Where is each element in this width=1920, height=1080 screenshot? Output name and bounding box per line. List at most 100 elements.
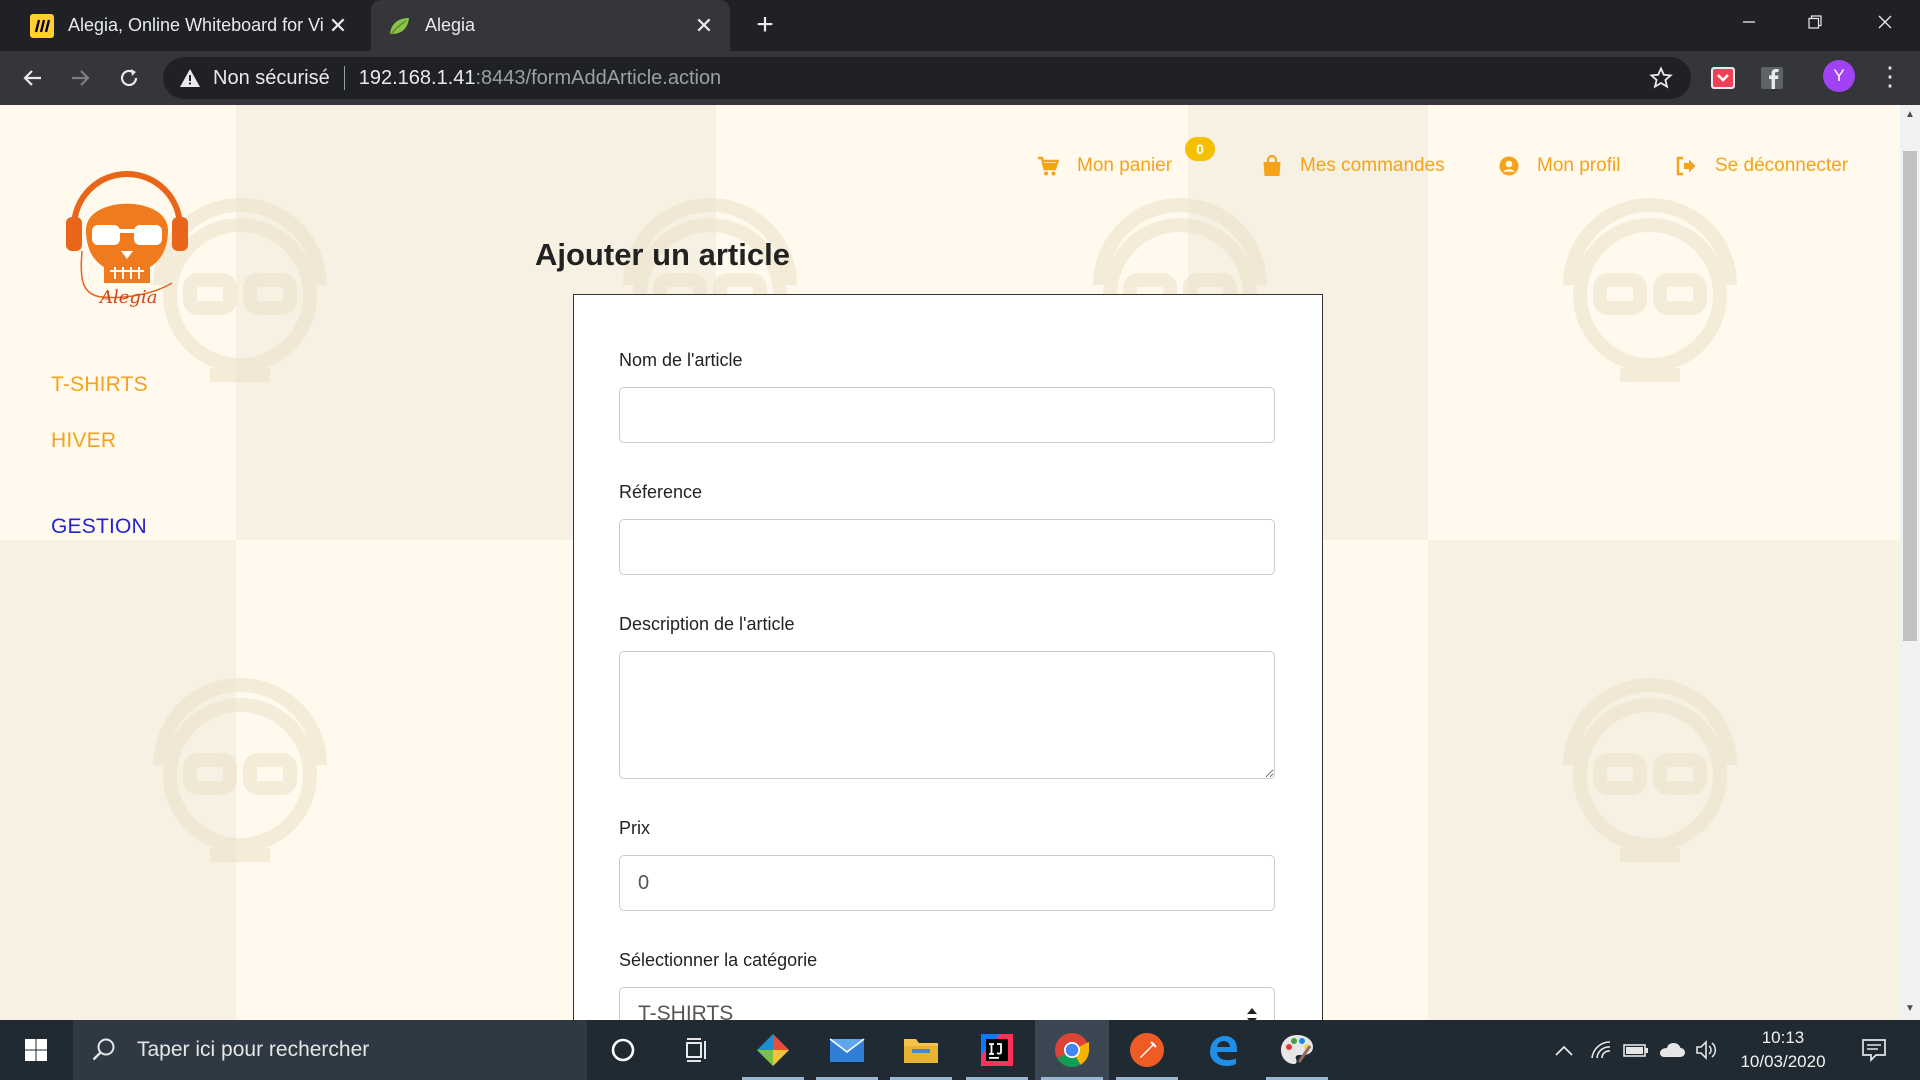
pocket-extension-icon[interactable] xyxy=(1709,64,1737,92)
alegia-logo[interactable]: Alegia xyxy=(62,155,192,313)
name-label: Nom de l'article xyxy=(619,350,743,370)
orders-link[interactable]: Mes commandes xyxy=(1262,151,1445,181)
taskbar-app-paint[interactable] xyxy=(1260,1020,1334,1080)
tab-title: Alegia xyxy=(425,15,476,35)
profile-avatar[interactable]: Y xyxy=(1823,60,1855,92)
tab-alegia[interactable]: Alegia ✕ xyxy=(371,0,730,51)
category-select[interactable]: T-SHIRTS xyxy=(619,987,1275,1020)
speaker-icon xyxy=(1696,1040,1717,1060)
sign-out-icon xyxy=(1676,156,1696,176)
facebook-extension-icon[interactable] xyxy=(1758,64,1786,92)
action-center-button[interactable] xyxy=(1852,1020,1896,1080)
paint-palette-icon xyxy=(1281,1035,1313,1064)
tab-miro[interactable]: Alegia, Online Whiteboard for Vi ✕ xyxy=(14,0,364,51)
browser-tab-strip: Alegia, Online Whiteboard for Vi ✕ Alegi… xyxy=(0,0,1920,51)
taskbar-app-intellij[interactable] xyxy=(960,1020,1034,1080)
taskbar-app-git[interactable] xyxy=(736,1020,810,1080)
restore-button[interactable] xyxy=(1782,0,1848,44)
page-scrollbar[interactable]: ▲ ▼ xyxy=(1900,105,1920,1020)
add-article-form: Nom de l'article Réference Description d… xyxy=(573,294,1323,1020)
logout-label: Se déconnecter xyxy=(1715,155,1849,176)
orders-label: Mes commandes xyxy=(1300,155,1445,176)
back-button[interactable] xyxy=(14,60,50,96)
cart-icon xyxy=(1038,156,1059,176)
browser-toolbar: Non sécurisé 192.168.1.41:8443/formAddAr… xyxy=(0,51,1920,105)
chrome-icon xyxy=(1055,1033,1089,1067)
profile-label: Mon profil xyxy=(1537,155,1621,176)
address-bar[interactable]: Non sécurisé 192.168.1.41:8443/formAddAr… xyxy=(163,57,1691,99)
chevron-up-icon xyxy=(1555,1045,1573,1056)
cortana-icon xyxy=(611,1038,635,1062)
bookmark-star-icon[interactable] xyxy=(1649,66,1673,90)
forward-button[interactable] xyxy=(63,60,99,96)
logo-wordmark: Alegia xyxy=(98,287,157,308)
skull-watermark xyxy=(153,678,327,862)
leaf-icon xyxy=(387,14,411,38)
volume-control[interactable] xyxy=(1692,1020,1722,1080)
security-label[interactable]: Non sécurisé xyxy=(213,67,330,90)
divider xyxy=(343,66,345,90)
scrollbar-thumb[interactable] xyxy=(1903,151,1917,641)
warning-icon xyxy=(180,69,200,87)
start-button[interactable] xyxy=(0,1020,72,1080)
price-label: Prix xyxy=(619,818,650,838)
description-label: Description de l'article xyxy=(619,614,795,634)
category-selected-value: T-SHIRTS xyxy=(638,1002,734,1020)
url-path: :8443/formAddArticle.action xyxy=(475,66,722,89)
new-tab-button[interactable]: + xyxy=(748,8,782,42)
skull-watermark xyxy=(1563,198,1737,382)
tab-title: Alegia, Online Whiteboard for Vi xyxy=(68,15,324,35)
sidebar-item-hiver[interactable]: HIVER xyxy=(51,429,116,453)
intellij-icon xyxy=(981,1034,1013,1066)
cart-link[interactable]: Mon panier xyxy=(1037,151,1172,181)
battery-status[interactable] xyxy=(1620,1020,1652,1080)
url-host: 192.168.1.41 xyxy=(358,66,476,89)
taskbar-app-postman[interactable] xyxy=(1110,1020,1184,1080)
taskbar-app-explorer[interactable] xyxy=(884,1020,958,1080)
logout-link[interactable]: Se déconnecter xyxy=(1675,151,1848,181)
task-view-icon xyxy=(686,1038,706,1062)
name-input[interactable] xyxy=(619,387,1275,443)
profile-link[interactable]: Mon profil xyxy=(1499,151,1620,181)
taskbar-app-chrome[interactable] xyxy=(1035,1020,1109,1080)
system-clock[interactable]: 10:13 10/03/2020 xyxy=(1720,1026,1846,1074)
reload-button[interactable] xyxy=(111,60,147,96)
cortana-button[interactable] xyxy=(586,1020,660,1080)
close-window-button[interactable] xyxy=(1852,0,1918,44)
page-viewport: Alegia T-SHIRTS HIVER GESTION Mon panier… xyxy=(0,105,1900,1020)
miro-icon xyxy=(30,13,54,38)
wifi-icon xyxy=(1591,1041,1611,1059)
close-icon[interactable]: ✕ xyxy=(692,13,716,38)
git-kraken-icon xyxy=(757,1034,789,1066)
reference-input[interactable] xyxy=(619,519,1275,575)
sidebar-item-tshirts[interactable]: T-SHIRTS xyxy=(51,373,148,397)
taskbar-search[interactable]: Taper ici pour rechercher xyxy=(73,1020,587,1080)
price-input[interactable] xyxy=(619,855,1275,911)
cart-label: Mon panier xyxy=(1077,155,1173,176)
task-view-button[interactable] xyxy=(660,1020,734,1080)
minimize-button[interactable] xyxy=(1716,0,1782,44)
description-textarea[interactable] xyxy=(619,651,1275,779)
sidebar-item-gestion[interactable]: GESTION xyxy=(51,515,147,539)
taskbar-app-edge[interactable] xyxy=(1186,1020,1260,1080)
scroll-up-arrow[interactable]: ▲ xyxy=(1904,109,1916,121)
skull-watermark xyxy=(1563,678,1737,862)
network-status[interactable] xyxy=(1586,1020,1616,1080)
windows-logo-icon xyxy=(25,1039,47,1061)
scroll-down-arrow[interactable]: ▼ xyxy=(1904,1003,1916,1015)
close-icon[interactable]: ✕ xyxy=(326,13,350,38)
taskbar-app-mail[interactable] xyxy=(810,1020,884,1080)
mail-icon xyxy=(829,1038,865,1062)
show-hidden-icons[interactable] xyxy=(1550,1020,1578,1080)
folder-icon xyxy=(904,1039,938,1063)
shopping-bag-icon xyxy=(1263,155,1281,176)
notifications-icon xyxy=(1862,1039,1886,1062)
search-icon xyxy=(92,1038,115,1061)
search-placeholder: Taper ici pour rechercher xyxy=(137,1038,370,1061)
browser-menu-icon[interactable]: ⋮ xyxy=(1877,62,1903,90)
user-circle-icon xyxy=(1499,156,1519,176)
page-title: Ajouter un article xyxy=(535,237,790,272)
clock-date: 10/03/2020 xyxy=(1740,1052,1826,1071)
cloud-icon xyxy=(1660,1043,1685,1057)
onedrive-status[interactable] xyxy=(1656,1020,1688,1080)
